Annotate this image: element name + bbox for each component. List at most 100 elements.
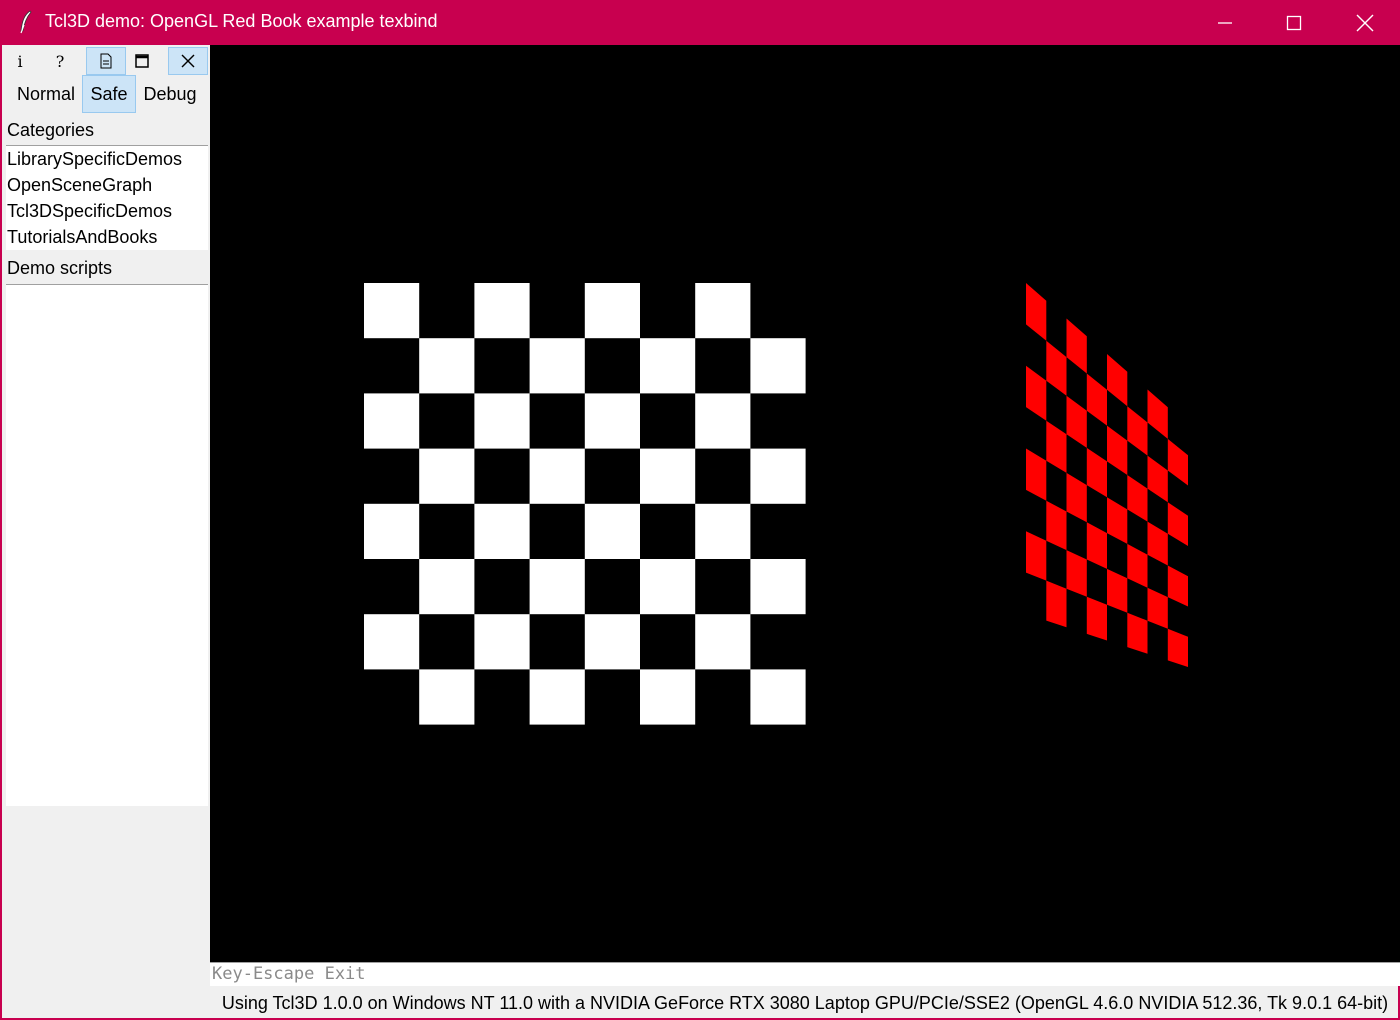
red-checker-cell <box>1127 406 1148 456</box>
red-checker-cell <box>1127 543 1148 588</box>
red-checker-cell <box>1046 340 1067 396</box>
left-panel: i ? Normal Safe Debug Categories Library… <box>4 45 210 1018</box>
checker-texture-quad <box>364 283 806 725</box>
maximize-button[interactable] <box>1259 0 1329 45</box>
red-checker-cell <box>1066 395 1087 448</box>
red-checker-cell <box>1127 612 1148 654</box>
texbind-scene <box>364 283 1188 725</box>
minimize-icon <box>1218 21 1232 24</box>
checker-cell <box>750 669 806 725</box>
categories-label: Categories <box>7 120 95 140</box>
exit-button[interactable] <box>168 47 208 75</box>
checker-cell <box>529 448 585 504</box>
red-checker-cell <box>1127 475 1148 522</box>
checker-cell <box>750 338 806 394</box>
maximize-icon <box>1286 15 1302 30</box>
info-icon: i <box>17 51 23 71</box>
help-icon: ? <box>55 51 65 71</box>
checker-cell <box>529 338 585 394</box>
red-checker-cell <box>1086 522 1107 569</box>
red-checker-cell <box>1167 565 1188 607</box>
demo-scripts-label: Demo scripts <box>7 258 113 278</box>
red-checker-cell <box>1046 420 1067 473</box>
checker-cell <box>695 283 751 339</box>
red-checker-texture-quad <box>1026 283 1188 667</box>
red-checker-cell <box>1026 531 1047 581</box>
checker-cell <box>529 669 585 725</box>
checker-cell <box>584 283 640 339</box>
window-title: Tcl3D demo: OpenGL Red Book example texb… <box>45 11 438 31</box>
category-item[interactable]: TutorialsAndBooks <box>6 224 208 250</box>
close-icon <box>1356 14 1374 31</box>
checker-cell <box>584 614 640 670</box>
checker-cell <box>750 448 806 504</box>
red-checker-cell <box>1147 587 1168 629</box>
checker-cell <box>364 283 420 339</box>
category-item[interactable]: Tcl3DSpecificDemos <box>6 198 208 224</box>
checker-cell <box>695 614 751 670</box>
red-checker-cell <box>1147 389 1168 439</box>
checker-cell <box>640 669 696 725</box>
mode-normal-button[interactable]: Normal <box>9 75 83 113</box>
checker-cell <box>364 393 420 449</box>
red-checker-cell <box>1066 472 1087 523</box>
feather-icon <box>18 10 34 34</box>
red-checker-cell <box>1066 550 1087 597</box>
checker-cell <box>695 393 751 449</box>
checker-cell <box>750 559 806 615</box>
red-checker-cell <box>1167 502 1188 546</box>
mode-safe-button[interactable]: Safe <box>82 75 136 113</box>
help-button[interactable]: ? <box>40 47 80 75</box>
categories-list[interactable]: LibrarySpecificDemos OpenSceneGraph Tcl3DS… <box>6 145 208 250</box>
checker-cell <box>474 503 530 559</box>
close-icon <box>181 54 195 68</box>
fullscreen-icon <box>135 54 149 68</box>
red-checker-cell <box>1086 373 1107 426</box>
key-help-field: Key-Escape Exit <box>210 962 1400 986</box>
red-checker-cell <box>1107 354 1128 407</box>
info-button[interactable]: i <box>0 47 40 75</box>
checker-cell <box>474 614 530 670</box>
checker-cell <box>419 559 475 615</box>
checker-cell <box>419 338 475 394</box>
demo-scripts-list[interactable] <box>6 284 208 806</box>
app-window: Tcl3D demo: OpenGL Red Book example texb… <box>0 0 1400 1020</box>
checker-cell <box>474 393 530 449</box>
opengl-canvas[interactable] <box>210 45 1400 962</box>
checker-cell <box>640 559 696 615</box>
red-checker-cell <box>1026 365 1047 421</box>
document-icon <box>100 53 112 69</box>
red-checker-cell <box>1046 580 1067 628</box>
red-checker-cell <box>1086 447 1107 498</box>
checker-cell <box>364 503 420 559</box>
red-checker-cell <box>1107 568 1128 613</box>
checker-cell <box>640 448 696 504</box>
checker-cell <box>419 669 475 725</box>
red-checker-cell <box>1147 455 1168 503</box>
red-checker-cell <box>1026 448 1047 501</box>
checker-cell <box>364 614 420 670</box>
category-item[interactable]: OpenSceneGraph <box>6 172 208 198</box>
checker-cell <box>695 503 751 559</box>
mode-selector: Normal Safe Debug <box>4 75 210 113</box>
category-item[interactable]: LibrarySpecificDemos <box>6 146 208 172</box>
mode-debug-button[interactable]: Debug <box>138 75 202 113</box>
red-checker-cell <box>1086 596 1107 641</box>
red-checker-cell <box>1107 497 1128 544</box>
checker-cell <box>474 283 530 339</box>
checker-cell <box>640 338 696 394</box>
close-window-button[interactable] <box>1330 0 1400 45</box>
red-checker-cell <box>1046 500 1067 551</box>
red-checker-cell <box>1147 521 1168 566</box>
red-checker-cell <box>1026 283 1047 341</box>
title-bar[interactable]: Tcl3D demo: OpenGL Red Book example texb… <box>2 0 1400 45</box>
minimize-button[interactable] <box>1190 0 1260 45</box>
red-checker-cell <box>1107 425 1128 475</box>
red-checker-cell <box>1167 628 1188 667</box>
fullscreen-button[interactable] <box>122 47 162 75</box>
checker-cell <box>419 448 475 504</box>
checker-cell <box>584 503 640 559</box>
source-button[interactable] <box>86 47 126 75</box>
red-checker-cell <box>1167 438 1188 486</box>
checker-cell <box>584 393 640 449</box>
